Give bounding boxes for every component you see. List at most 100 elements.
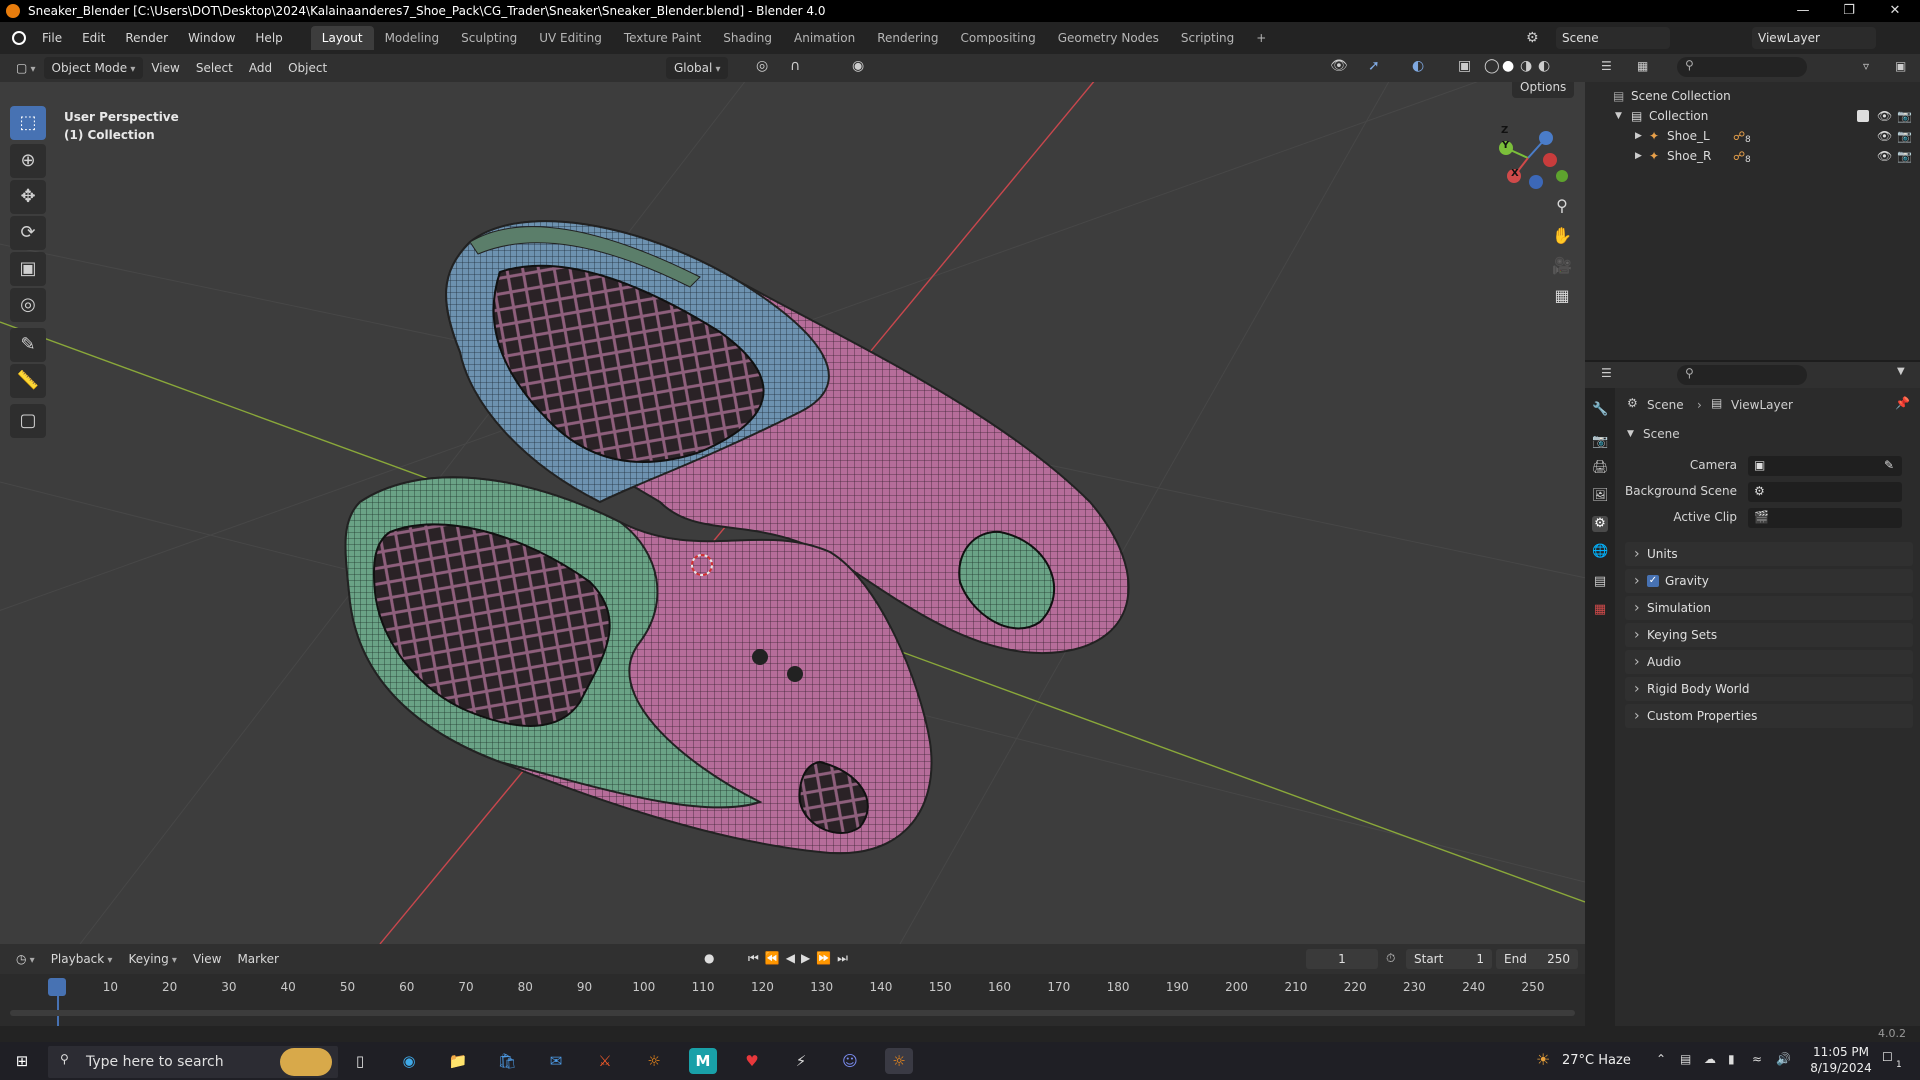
onedrive-icon[interactable]: ☁: [1704, 1052, 1716, 1066]
outliner-search-input[interactable]: [1677, 57, 1807, 77]
texture-tab-icon[interactable]: ▦: [1592, 602, 1608, 618]
expand-arrow-icon[interactable]: ▶: [1635, 146, 1642, 166]
tab-geometry-nodes[interactable]: Geometry Nodes: [1047, 26, 1170, 50]
expand-arrow-icon[interactable]: ▶: [1635, 126, 1642, 146]
panel-audio[interactable]: Audio: [1625, 650, 1913, 674]
collection-eye-icon[interactable]: 👁: [1877, 106, 1892, 126]
gravity-checkbox[interactable]: ✓: [1647, 575, 1659, 587]
timeline[interactable]: 1102030405060708090100110120130140150160…: [0, 974, 1585, 1030]
battery-icon[interactable]: ▮: [1728, 1052, 1735, 1066]
background-scene-field[interactable]: ⚙: [1748, 482, 1902, 502]
new-collection-icon[interactable]: ▣: [1895, 59, 1906, 73]
collection-checkbox[interactable]: [1857, 110, 1869, 122]
tool-tab-icon[interactable]: 🔧: [1592, 402, 1608, 418]
minimize-icon[interactable]: —: [1780, 0, 1826, 22]
mail-icon[interactable]: ✉: [542, 1048, 570, 1074]
menu-marker[interactable]: Marker: [229, 948, 286, 970]
timeline-editor-type-button[interactable]: ◷: [8, 948, 43, 970]
menu-help[interactable]: Help: [245, 26, 292, 50]
transform-orientation-selector[interactable]: Global: [666, 57, 729, 79]
solid-shading-icon[interactable]: ●: [1502, 58, 1514, 74]
proportional-edit-icon[interactable]: ◉: [852, 58, 864, 74]
select-box-tool[interactable]: ⬚: [10, 106, 46, 140]
current-frame-field[interactable]: 1: [1306, 949, 1378, 969]
tray-chevron-icon[interactable]: ⌃: [1656, 1052, 1666, 1066]
weather-icon[interactable]: ☀: [1536, 1050, 1550, 1069]
properties-editor-type-icon[interactable]: ☰: [1601, 366, 1612, 380]
menu-file[interactable]: File: [32, 26, 72, 50]
windows-start-icon[interactable]: ⊞: [8, 1048, 36, 1074]
menu-window[interactable]: Window: [178, 26, 245, 50]
chevron-down-icon[interactable]: ▼: [1897, 366, 1905, 377]
menu-timeline-view[interactable]: View: [185, 948, 229, 970]
tab-layout[interactable]: Layout: [310, 26, 374, 50]
shoe-l-eye-icon[interactable]: 👁: [1877, 126, 1892, 146]
collection-camera-icon[interactable]: 📷: [1897, 106, 1912, 126]
add-workspace-button[interactable]: +: [1245, 26, 1277, 50]
blender-taskbar-icon[interactable]: ☼: [640, 1048, 668, 1074]
tab-rendering[interactable]: Rendering: [866, 26, 949, 50]
render-tab-icon[interactable]: 📷: [1592, 434, 1608, 450]
gizmo-toggle-icon[interactable]: ➚: [1368, 58, 1380, 74]
pivot-icon[interactable]: ◎: [756, 58, 768, 74]
brave-browser-icon[interactable]: ⚔: [591, 1048, 619, 1074]
rendered-shading-icon[interactable]: ◐: [1538, 58, 1550, 74]
clock-time[interactable]: 11:05 PM: [1806, 1045, 1876, 1059]
panel-keying-sets[interactable]: Keying Sets: [1625, 623, 1913, 647]
active-clip-field[interactable]: 🎬: [1748, 508, 1902, 528]
timeline-scrollbar[interactable]: [10, 1010, 1575, 1016]
world-tab-icon[interactable]: 🌐: [1592, 544, 1608, 560]
outliner-row-collection[interactable]: ▼ ▤ Collection 👁 📷: [1585, 106, 1920, 126]
shoe-r-camera-icon[interactable]: 📷: [1897, 146, 1912, 166]
outliner-row-scene-collection[interactable]: ▤ Scene Collection: [1585, 86, 1920, 106]
display-mode-icon[interactable]: ▦: [1637, 59, 1648, 73]
tab-uv-editing[interactable]: UV Editing: [528, 26, 613, 50]
clock-date[interactable]: 8/19/2024: [1806, 1061, 1876, 1075]
panel-custom-properties[interactable]: Custom Properties: [1625, 704, 1913, 728]
wifi-icon[interactable]: ≈: [1752, 1052, 1762, 1066]
outliner-filter-icon[interactable]: ▿: [1863, 59, 1869, 73]
tab-texture-paint[interactable]: Texture Paint: [613, 26, 712, 50]
panel-gravity[interactable]: ✓ Gravity: [1625, 569, 1913, 593]
zoom-icon[interactable]: ⚲: [1548, 192, 1576, 220]
3d-viewport[interactable]: User Perspective (1) Collection ⬚ ⊕ ✥ ⟳ …: [0, 82, 1585, 944]
cursor-tool[interactable]: ⊕: [10, 144, 46, 178]
tab-scripting[interactable]: Scripting: [1170, 26, 1245, 50]
measure-tool[interactable]: 📏: [10, 364, 46, 398]
scene-section-header[interactable]: ▼ Scene: [1625, 422, 1913, 446]
blender-active-taskbar-icon[interactable]: ☼: [885, 1048, 913, 1074]
menu-object[interactable]: Object: [280, 57, 335, 79]
task-view-icon[interactable]: ▯: [346, 1048, 374, 1074]
edge-browser-icon[interactable]: ◉: [395, 1048, 423, 1074]
perspective-toggle-icon[interactable]: ▦: [1548, 282, 1576, 310]
outliner-row-shoe-l[interactable]: ▶ ✦ Shoe_L ☍ 8 👁 📷: [1585, 126, 1920, 146]
menu-add[interactable]: Add: [241, 57, 280, 79]
menu-keying[interactable]: Keying: [120, 948, 185, 970]
end-frame-field[interactable]: End 250: [1496, 949, 1578, 969]
xray-icon[interactable]: ▣: [1458, 58, 1471, 74]
eyedropper-icon[interactable]: ✎: [1884, 458, 1894, 472]
menu-select[interactable]: Select: [188, 57, 241, 79]
scale-tool[interactable]: ▣: [10, 252, 46, 286]
add-cube-tool[interactable]: ▢: [10, 404, 46, 438]
file-explorer-icon[interactable]: 📁: [444, 1048, 472, 1074]
camera-field[interactable]: ▣ ✎: [1748, 456, 1902, 476]
panel-simulation[interactable]: Simulation: [1625, 596, 1913, 620]
outliner-editor-type-icon[interactable]: ☰: [1601, 59, 1612, 73]
snap-icon[interactable]: ∩: [790, 58, 800, 74]
zbrush-icon[interactable]: ⚡: [787, 1048, 815, 1074]
scene-icon[interactable]: ⚙: [1526, 30, 1539, 46]
maya-icon[interactable]: M: [689, 1048, 717, 1074]
playhead[interactable]: [48, 978, 66, 996]
shoe-l-camera-icon[interactable]: 📷: [1897, 126, 1912, 146]
pin-icon[interactable]: 📌: [1895, 396, 1910, 410]
collection-tab-icon[interactable]: ▤: [1592, 574, 1608, 590]
expand-arrow-icon[interactable]: ▼: [1615, 106, 1622, 126]
pan-hand-icon[interactable]: ✋: [1548, 222, 1576, 250]
tab-modeling[interactable]: Modeling: [374, 26, 451, 50]
menu-view[interactable]: View: [143, 57, 187, 79]
panel-units[interactable]: Units: [1625, 542, 1913, 566]
microsoft-store-icon[interactable]: 🛍: [493, 1048, 521, 1074]
stopwatch-icon[interactable]: ⏱: [1386, 951, 1395, 966]
menu-playback[interactable]: Playback: [43, 948, 121, 970]
